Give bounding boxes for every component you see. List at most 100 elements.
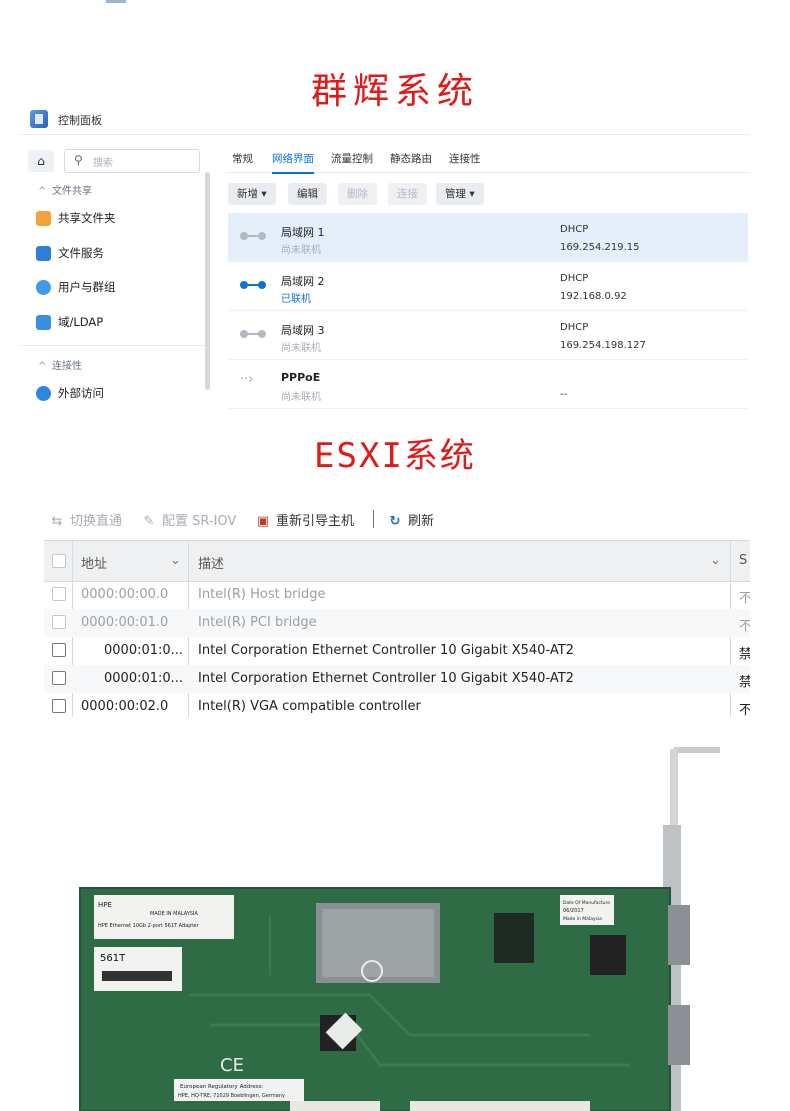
refresh-icon: ↻ (389, 514, 401, 529)
row-status: 不 (739, 703, 750, 717)
table-row[interactable]: 0000:01:0... Intel Corporation Ethernet … (44, 665, 750, 693)
interface-name: 局域网 3 (281, 324, 325, 337)
row-checkbox[interactable] (52, 643, 66, 657)
sidebar-scrollbar[interactable] (205, 172, 210, 390)
reboot-host-icon: ▣ (256, 514, 270, 529)
home-button[interactable]: ⌂ (28, 150, 54, 172)
esxi-heading: ESXI系统 (314, 436, 476, 476)
row-address: 0000:00:01.0 (81, 615, 169, 630)
chevron-down-icon[interactable]: ⌄ (710, 553, 721, 568)
app-title: 控制面板 (58, 114, 102, 127)
tab-network-interface[interactable]: 网络界面 (272, 151, 314, 174)
delete-button[interactable]: 删除 (338, 183, 377, 205)
toggle-passthrough-button[interactable]: ⇆ 切换直通 (48, 510, 122, 529)
disconnected-icon (240, 229, 266, 243)
row-description: Intel(R) PCI bridge (198, 615, 317, 630)
tab-general[interactable]: 常规 (232, 151, 253, 166)
interface-ip: -- (560, 389, 568, 400)
sidebar-item-label: 共享文件夹 (58, 211, 116, 225)
create-button[interactable]: 新增 ▾ (228, 183, 276, 205)
configure-sriov-button[interactable]: ✎ 配置 SR-IOV (140, 510, 237, 529)
section-connectivity[interactable]: ^ 连接性 (38, 357, 82, 372)
row-checkbox[interactable] (52, 587, 66, 601)
interface-ip: 169.254.219.15 (560, 242, 640, 253)
section-label: 文件共享 (52, 186, 92, 197)
interface-status: 尚未联机 (281, 245, 321, 256)
tab-connectivity[interactable]: 连接性 (449, 151, 481, 166)
label-date-origin: Made in Malaysia (563, 916, 602, 922)
interface-name: 局域网 2 (281, 275, 325, 288)
column-status[interactable]: S (739, 553, 747, 568)
label-date-title: Date Of Manufacture (563, 900, 610, 906)
interface-row[interactable]: 局域网 2 已联机 DHCP 192.168.0.92 (228, 262, 748, 311)
manage-button[interactable]: 管理 ▾ (436, 183, 484, 205)
sidebar-item-users-groups[interactable]: 用户与群组 (36, 279, 116, 301)
label-product-line: HPE Ethernet 10Gb 2-port 561T Adapter (98, 923, 199, 929)
sidebar-item-domain-ldap[interactable]: 域/LDAP (36, 314, 103, 336)
search-icon: ⚲ (74, 153, 83, 167)
caret-down-icon: ▾ (261, 188, 267, 200)
interface-status: 尚未联机 (281, 343, 321, 354)
interface-status: 尚未联机 (281, 392, 321, 403)
sidebar-item-label: 外部访问 (58, 386, 104, 400)
sidebar: ⌂ ⚲ 搜索 ^ 文件共享 共享文件夹 文件服务 用户与群组 域/LDAP ^ 连接… (20, 144, 210, 414)
esxi-pci-devices: ⇆ 切换直通 ✎ 配置 SR-IOV ▣ 重新引导主机 ↻ 刷新 地址 ⌄ 描述 ⌄ S… (44, 505, 750, 717)
table-row[interactable]: 0000:00:02.0 Intel(R) VGA compatible con… (44, 693, 750, 717)
row-checkbox[interactable] (52, 671, 66, 685)
label-made-in: MADE IN MALAYSIA (150, 911, 199, 917)
sidebar-item-shared-folder[interactable]: 共享文件夹 (36, 210, 116, 232)
edit-button[interactable]: 编辑 (288, 183, 327, 205)
row-description: Intel(R) VGA compatible controller (198, 699, 421, 714)
row-status: 禁 (739, 647, 750, 662)
interface-protocol: DHCP (560, 224, 589, 235)
tab-static-route[interactable]: 静态路由 (390, 151, 432, 166)
control-panel-icon (30, 110, 48, 128)
table-row[interactable]: 0000:00:01.0 Intel(R) PCI bridge 不 (44, 609, 750, 637)
refresh-button[interactable]: ↻ 刷新 (386, 510, 434, 529)
sidebar-item-label: 用户与群组 (58, 280, 116, 294)
connect-button[interactable]: 连接 (388, 183, 427, 205)
select-all-checkbox[interactable] (52, 554, 66, 568)
column-description[interactable]: 描述 (198, 553, 224, 572)
column-address[interactable]: 地址 (81, 553, 107, 572)
row-status: 不 (739, 591, 750, 606)
toolbar-label: 重新引导主机 (276, 514, 355, 529)
sidebar-item-file-services[interactable]: 文件服务 (36, 245, 104, 267)
row-status: 禁 (739, 675, 750, 690)
top-edge-mark (106, 0, 126, 3)
toolbar-divider (373, 510, 374, 528)
label-regulatory-title: European Regulatory Address: (180, 1084, 263, 1090)
sidebar-item-label: 文件服务 (58, 246, 104, 260)
chevron-down-icon[interactable]: ⌄ (170, 553, 181, 568)
interface-row[interactable]: ··› PPPoE 尚未联机 -- (228, 360, 748, 409)
interface-protocol: DHCP (560, 273, 589, 284)
row-checkbox[interactable] (52, 699, 66, 713)
tab-bar: 常规 网络界面 流量控制 静态路由 连接性 (228, 144, 748, 174)
home-icon: ⌂ (37, 154, 45, 168)
toolbar-label: 刷新 (408, 514, 435, 529)
toolbar-label: 配置 SR-IOV (162, 514, 237, 529)
search-input[interactable]: ⚲ 搜索 (64, 149, 200, 173)
row-status: 不 (739, 619, 750, 634)
shared-folder-icon (36, 211, 51, 226)
reboot-host-button[interactable]: ▣ 重新引导主机 (254, 510, 354, 529)
section-file-sharing[interactable]: ^ 文件共享 (38, 182, 92, 197)
chevron-up-icon: ^ (38, 186, 47, 197)
tab-traffic-control[interactable]: 流量控制 (331, 151, 373, 166)
pencil-icon: ✎ (143, 514, 155, 529)
network-card-photo: HPE HPE Ethernet 10Gb 2-port 561T Adapte… (70, 745, 760, 1111)
network-card-image: HPE HPE Ethernet 10Gb 2-port 561T Adapte… (79, 747, 720, 1111)
row-description: Intel Corporation Ethernet Controller 10… (198, 671, 574, 686)
table-row[interactable]: 0000:01:0... Intel Corporation Ethernet … (44, 637, 750, 665)
chevron-up-icon: ^ (38, 361, 47, 372)
interface-row[interactable]: 局域网 1 尚未联机 DHCP 169.254.219.15 (228, 213, 748, 262)
interface-name: PPPoE (281, 371, 321, 384)
row-checkbox[interactable] (52, 615, 66, 629)
row-address: 0000:01:0... (104, 643, 184, 658)
manage-label: 管理 (445, 188, 466, 200)
table-row[interactable]: 0000:00:00.0 Intel(R) Host bridge 不 (44, 581, 750, 609)
interface-status: 已联机 (281, 294, 311, 305)
sidebar-item-external-access[interactable]: 外部访问 (36, 385, 104, 407)
users-groups-icon (36, 280, 51, 295)
interface-row[interactable]: 局域网 3 尚未联机 DHCP 169.254.198.127 (228, 311, 748, 360)
